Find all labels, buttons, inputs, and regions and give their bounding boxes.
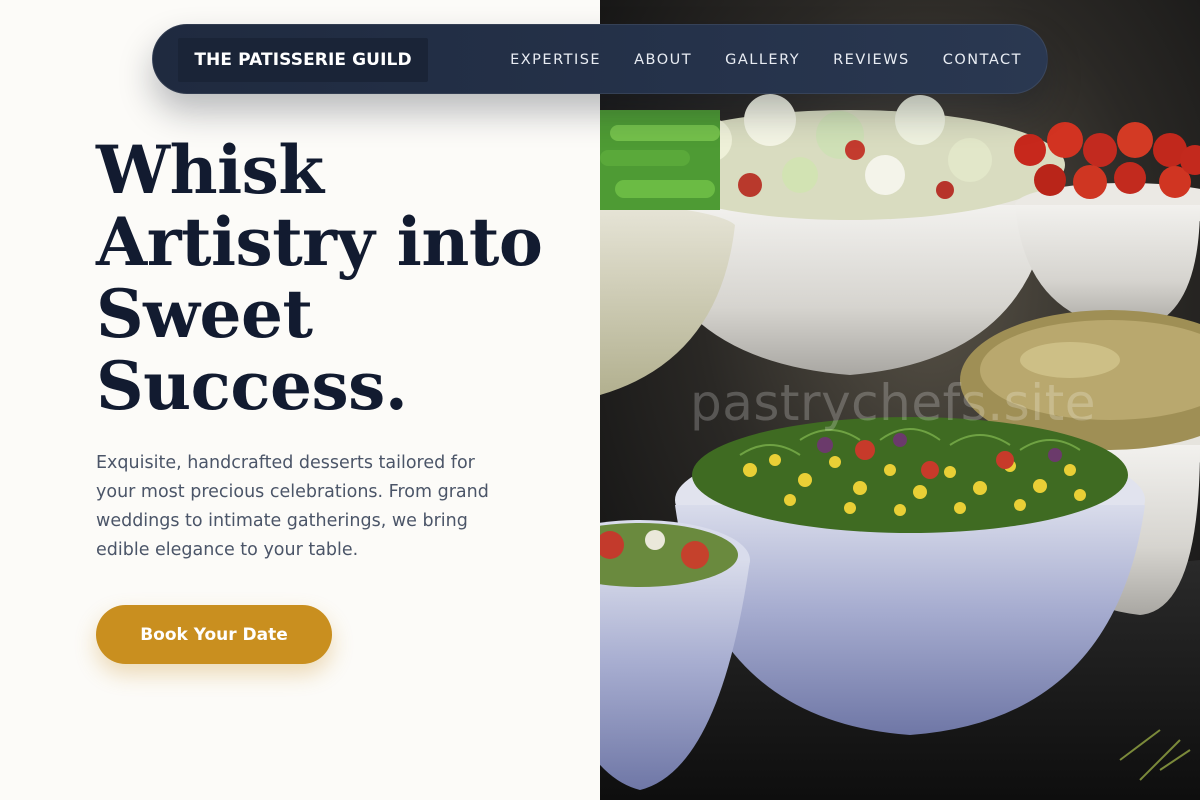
main-navigation: THE PATISSERIE GUILD EXPERTISE ABOUT GAL… [152,24,1048,94]
hero-headline: Whisk Artistry into Sweet Success. [96,134,556,422]
hero-text-panel: Whisk Artistry into Sweet Success. Exqui… [0,0,600,800]
book-your-date-button[interactable]: Book Your Date [96,605,332,664]
brand-logo[interactable]: THE PATISSERIE GUILD [178,38,428,82]
hero-image: pastrychefs.site [600,0,1200,800]
watermark-text: pastrychefs.site [690,374,1096,432]
headline-line-1: Whisk [96,131,324,209]
hero-description: Exquisite, handcrafted desserts tailored… [96,453,489,560]
nav-link-expertise[interactable]: EXPERTISE [510,52,601,68]
nav-links: EXPERTISE ABOUT GALLERY REVIEWS CONTACT [510,25,1022,95]
nav-link-gallery[interactable]: GALLERY [725,52,800,68]
page: Whisk Artistry into Sweet Success. Exqui… [0,0,1200,800]
headline-line-4: Success. [96,347,408,425]
headline-line-2: Artistry into [96,203,543,281]
nav-link-about[interactable]: ABOUT [634,52,692,68]
nav-link-contact[interactable]: CONTACT [943,52,1022,68]
nav-link-reviews[interactable]: REVIEWS [833,52,910,68]
headline-line-3: Sweet [96,275,313,353]
